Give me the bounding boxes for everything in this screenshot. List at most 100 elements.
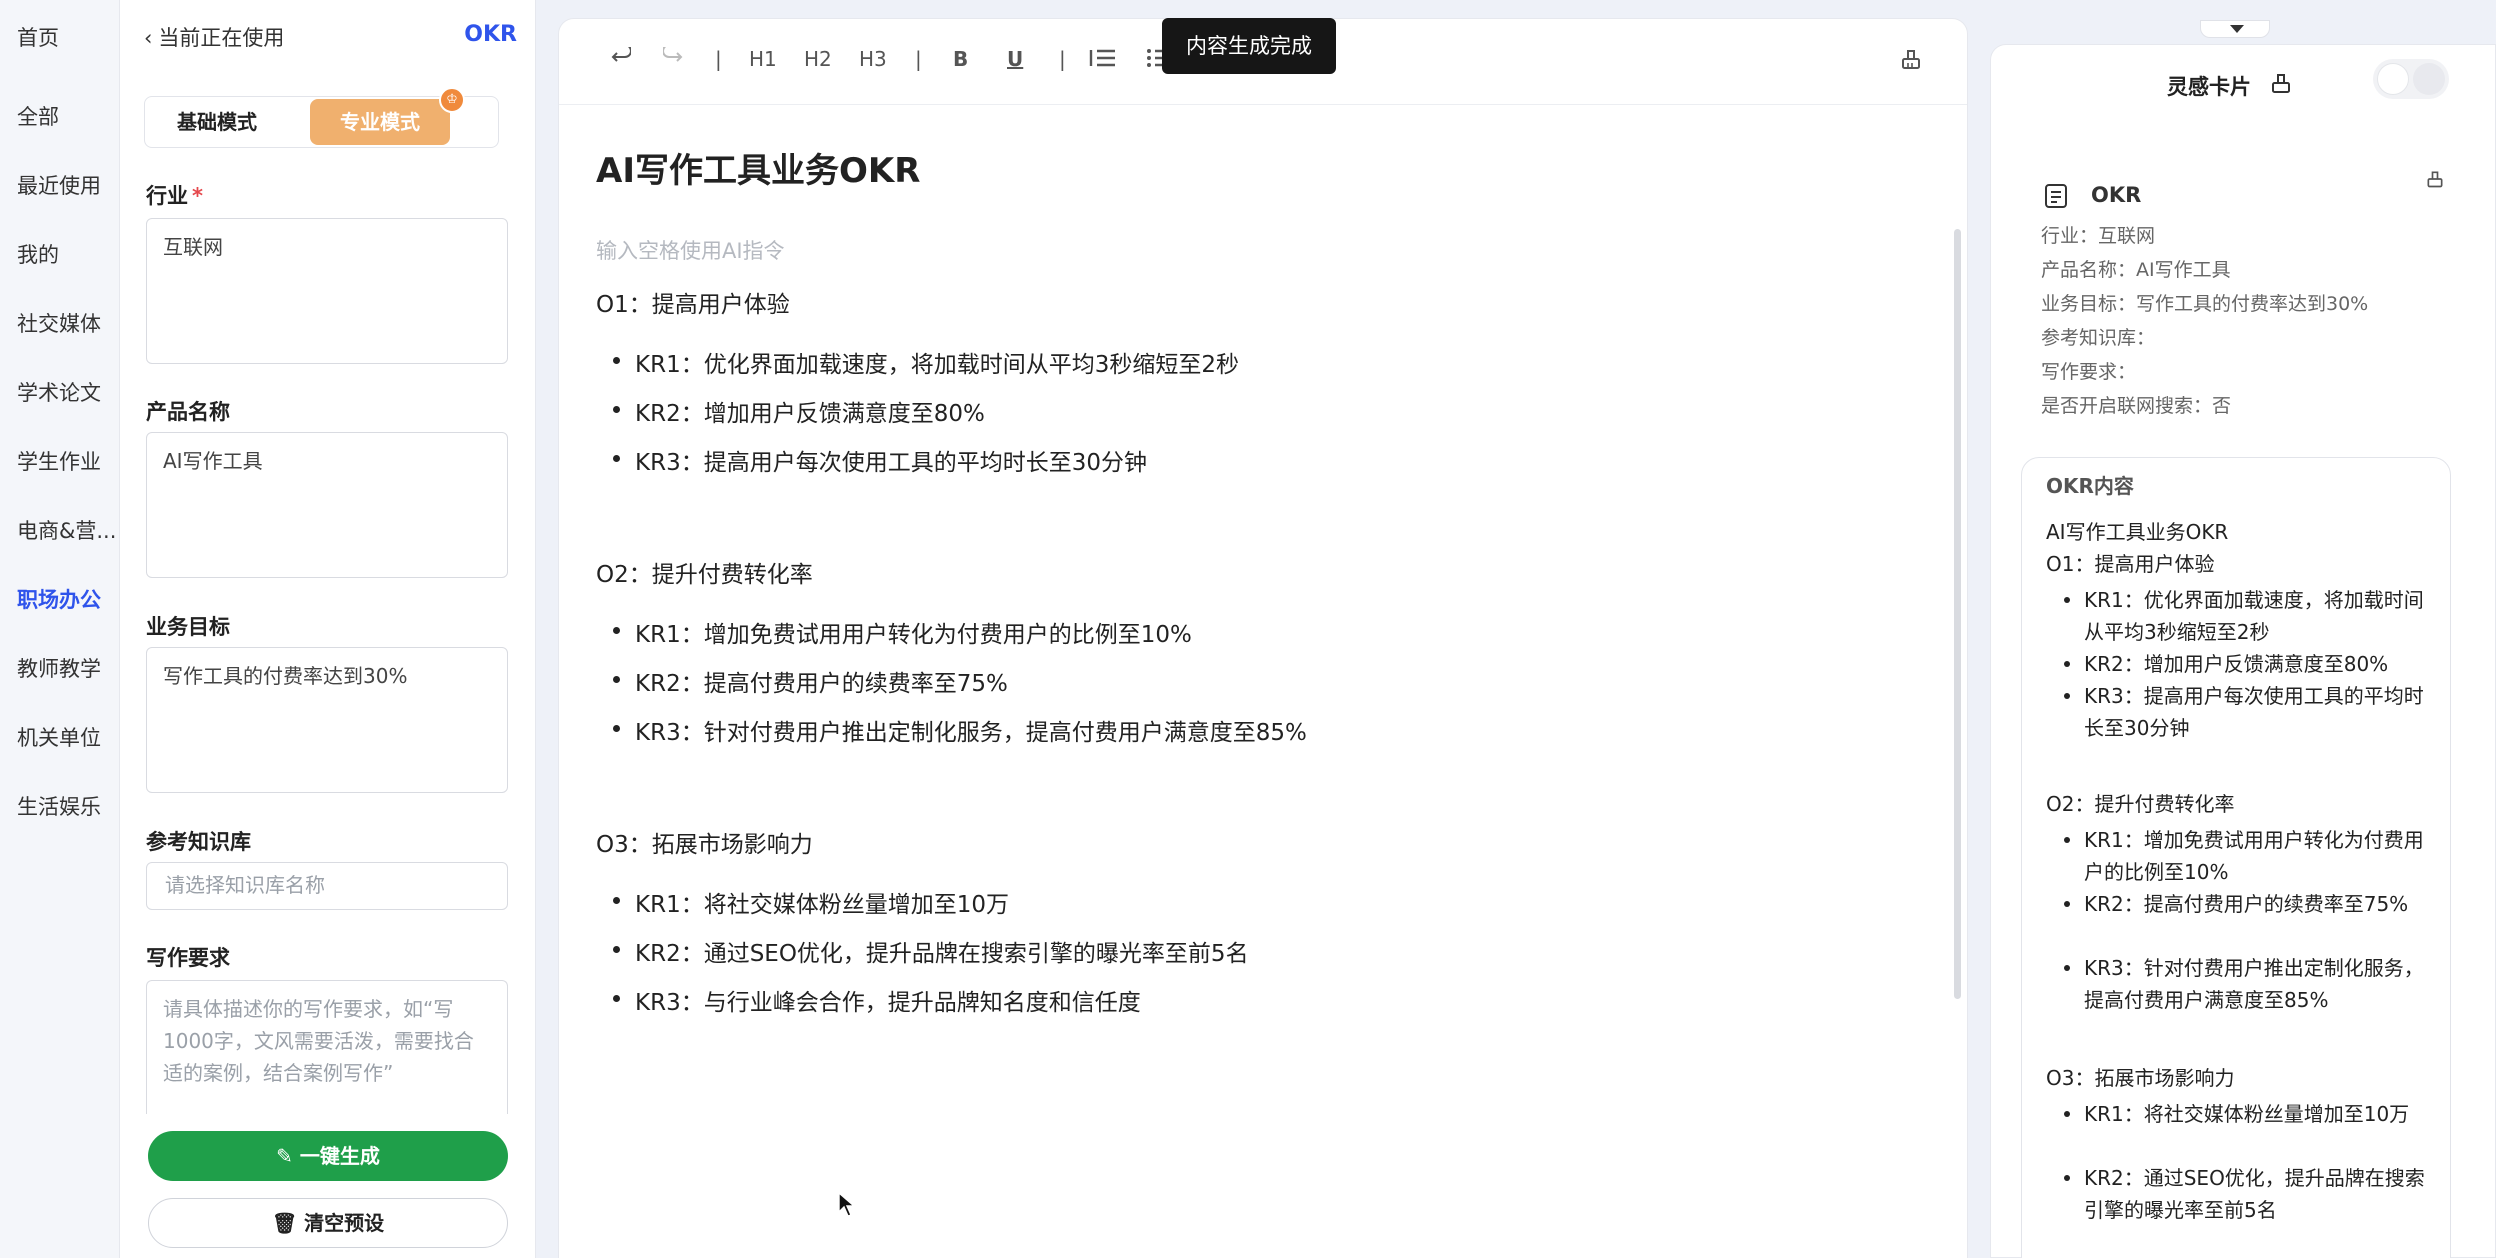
kb-select[interactable]: 请选择知识库名称 — [146, 862, 508, 910]
nav-item-lifestyle[interactable]: 生活娱乐 — [17, 791, 101, 821]
industry-input[interactable]: 互联网 — [146, 218, 508, 364]
card-header: OKR内容 — [2046, 474, 2134, 498]
card-key-result: KR3：针对付费用户推出定制化服务，提高付费用户满意度至85% — [2064, 952, 2434, 1016]
card-objective-3: O3：拓展市场影响力 — [2046, 1066, 2235, 1090]
toolbar-separator: | — [715, 47, 722, 71]
objective-1: O1：提高用户体验 — [596, 292, 790, 318]
key-result: KR1：将社交媒体粉丝量增加至10万 — [613, 885, 1009, 919]
template-form-panel: ‹ 当前正在使用 OKR 基础模式 专业模式 ♔ 行业 * 互联网 产品名称 AI写… — [120, 0, 536, 1258]
collapse-panel-toggle[interactable] — [2200, 20, 2270, 38]
goal-input[interactable]: 写作工具的付费率达到30% — [146, 647, 508, 793]
goal-label: 业务目标 — [146, 615, 230, 639]
magic-wand-icon: ✎ — [276, 1144, 293, 1168]
okr-content-card[interactable]: OKR内容 AI写作工具业务OKR O1：提高用户体验 KR1：优化界面加载速度… — [2021, 457, 2451, 1258]
key-result: KR1：优化界面加载速度，将加载时间从平均3秒缩短至2秒 — [613, 345, 1239, 379]
clock-icon — [2377, 63, 2409, 95]
nav-item-recent[interactable]: 最近使用 — [17, 170, 101, 200]
clear-format-icon[interactable] — [2425, 169, 2445, 189]
card-key-result: KR2：增加用户反馈满意度至80% — [2064, 648, 2434, 680]
meta-requirements: 写作要求： — [2041, 361, 2137, 383]
nav-item-all[interactable]: 全部 — [17, 101, 59, 131]
undo-icon[interactable] — [609, 47, 631, 69]
chevron-left-icon: ‹ — [144, 26, 153, 50]
nav-item-teaching[interactable]: 教师教学 — [17, 653, 101, 683]
key-result: KR2：通过SEO优化，提升品牌在搜索引擎的曝光率至前5名 — [613, 934, 1249, 968]
template-name: OKR — [464, 22, 517, 47]
req-label: 写作要求 — [146, 946, 230, 970]
heading-3-button[interactable]: H3 — [859, 47, 887, 71]
nav-item-homework[interactable]: 学生作业 — [17, 446, 101, 476]
objective-2: O2：提升付费转化率 — [596, 562, 813, 588]
meta-goal: 业务目标：写作工具的付费率达到30% — [2041, 293, 2369, 315]
toolbar-separator: | — [915, 47, 922, 71]
editor-scrollbar[interactable] — [1954, 229, 1961, 999]
history-toggle[interactable] — [2373, 59, 2449, 99]
objective-3: O3：拓展市场影响力 — [596, 832, 813, 858]
inspiration-title: 灵感卡片 — [2167, 75, 2251, 99]
key-result: KR2：提高付费用户的续费率至75% — [613, 664, 1008, 698]
ordered-list-icon[interactable] — [1089, 47, 1117, 69]
nav-item-mine[interactable]: 我的 — [17, 239, 59, 269]
document-editor: | H1 H2 H3 | B U | AI写作工具业务OKR 输入空格使用AI指… — [558, 18, 1968, 1258]
nav-item-government[interactable]: 机关单位 — [17, 722, 101, 752]
clear-format-icon[interactable] — [2269, 71, 2293, 95]
key-result: KR3：与行业峰会合作，提升品牌知名度和信任度 — [613, 983, 1141, 1017]
key-result: KR3：提高用户每次使用工具的平均时长至30分钟 — [613, 443, 1147, 477]
mode-pro-tab[interactable]: 专业模式 — [310, 99, 450, 145]
ai-command-hint: 输入空格使用AI指令 — [596, 239, 785, 263]
kb-label: 参考知识库 — [146, 830, 251, 854]
meta-web-search: 是否开启联网搜索：否 — [2041, 395, 2232, 417]
clear-preset-button[interactable]: 🗑 清空预设 — [148, 1198, 508, 1248]
industry-label: 行业 * — [146, 180, 203, 210]
mouse-cursor-icon — [838, 1192, 856, 1218]
meta-product: 产品名称：AI写作工具 — [2041, 259, 2231, 281]
key-result: KR1：增加免费试用用户转化为付费用户的比例至10% — [613, 615, 1192, 649]
trash-icon: 🗑 — [271, 1211, 298, 1235]
nav-item-workplace[interactable]: 职场办公 — [17, 584, 101, 614]
generation-complete-toast: 内容生成完成 — [1162, 18, 1336, 74]
back-label: 当前正在使用 — [158, 26, 285, 50]
card-key-result: KR2：通过SEO优化，提升品牌在搜索引擎的曝光率至前5名 — [2064, 1162, 2434, 1226]
generate-label: 一键生成 — [299, 1144, 380, 1168]
industry-label-text: 行业 — [146, 184, 188, 208]
bold-button[interactable]: B — [953, 47, 968, 71]
inspiration-panel: 灵感卡片 OKR 行业：互联网 产品名称：AI写作工具 业务目标：写作工具的付费… — [1990, 44, 2496, 1258]
mode-basic-tab[interactable]: 基础模式 — [147, 99, 287, 145]
nav-item-home[interactable]: 首页 — [17, 22, 59, 52]
product-label: 产品名称 — [146, 400, 230, 424]
card-objective-2: O2：提升付费转化率 — [2046, 792, 2235, 816]
underline-button[interactable]: U — [1007, 47, 1023, 71]
card-objective-1: O1：提高用户体验 — [2046, 552, 2215, 576]
required-mark: * — [192, 184, 203, 208]
heading-1-button[interactable]: H1 — [749, 47, 777, 71]
card-key-result: KR1：将社交媒体粉丝量增加至10万 — [2064, 1098, 2434, 1130]
document-title[interactable]: AI写作工具业务OKR — [596, 143, 920, 192]
crown-icon: ♔ — [439, 87, 465, 113]
meta-industry: 行业：互联网 — [2041, 225, 2156, 247]
nav-item-academic[interactable]: 学术论文 — [17, 377, 101, 407]
clear-format-icon[interactable] — [1899, 47, 1923, 71]
card-key-result: KR1：增加免费试用用户转化为付费用户的比例至10% — [2064, 824, 2434, 888]
key-result: KR3：针对付费用户推出定制化服务，提高付费用户满意度至85% — [613, 713, 1307, 747]
star-icon — [2413, 63, 2445, 95]
product-input[interactable]: AI写作工具 — [146, 432, 508, 578]
back-link[interactable]: ‹ 当前正在使用 — [144, 22, 284, 52]
heading-2-button[interactable]: H2 — [804, 47, 832, 71]
card-key-result: KR1：优化界面加载速度，将加载时间从平均3秒缩短至2秒 — [2064, 584, 2434, 648]
card-key-result: KR2：提高付费用户的续费率至75% — [2064, 888, 2434, 920]
key-result: KR2：增加用户反馈满意度至80% — [613, 394, 985, 428]
meta-title: OKR — [2091, 183, 2142, 207]
generate-button[interactable]: ✎ 一键生成 — [148, 1131, 508, 1181]
document-icon — [2043, 183, 2069, 209]
card-key-result: KR3：提高用户每次使用工具的平均时长至30分钟 — [2064, 680, 2434, 744]
mode-switch: 基础模式 专业模式 ♔ — [144, 87, 499, 148]
clear-label: 清空预设 — [304, 1211, 385, 1235]
nav-item-social-media[interactable]: 社交媒体 — [17, 308, 101, 338]
req-textarea[interactable]: 请具体描述你的写作要求，如“写1000字，文风需要活泼，需要找合适的案例，结合案… — [146, 980, 508, 1114]
redo-icon[interactable] — [663, 47, 685, 69]
category-nav: 首页 全部 最近使用 我的 社交媒体 学术论文 学生作业 电商&营... 职场办… — [0, 0, 120, 1258]
card-title: AI写作工具业务OKR — [2046, 520, 2229, 544]
nav-item-ecommerce[interactable]: 电商&营... — [17, 515, 116, 545]
meta-kb: 参考知识库： — [2041, 327, 2156, 349]
toolbar-separator: | — [1059, 47, 1066, 71]
